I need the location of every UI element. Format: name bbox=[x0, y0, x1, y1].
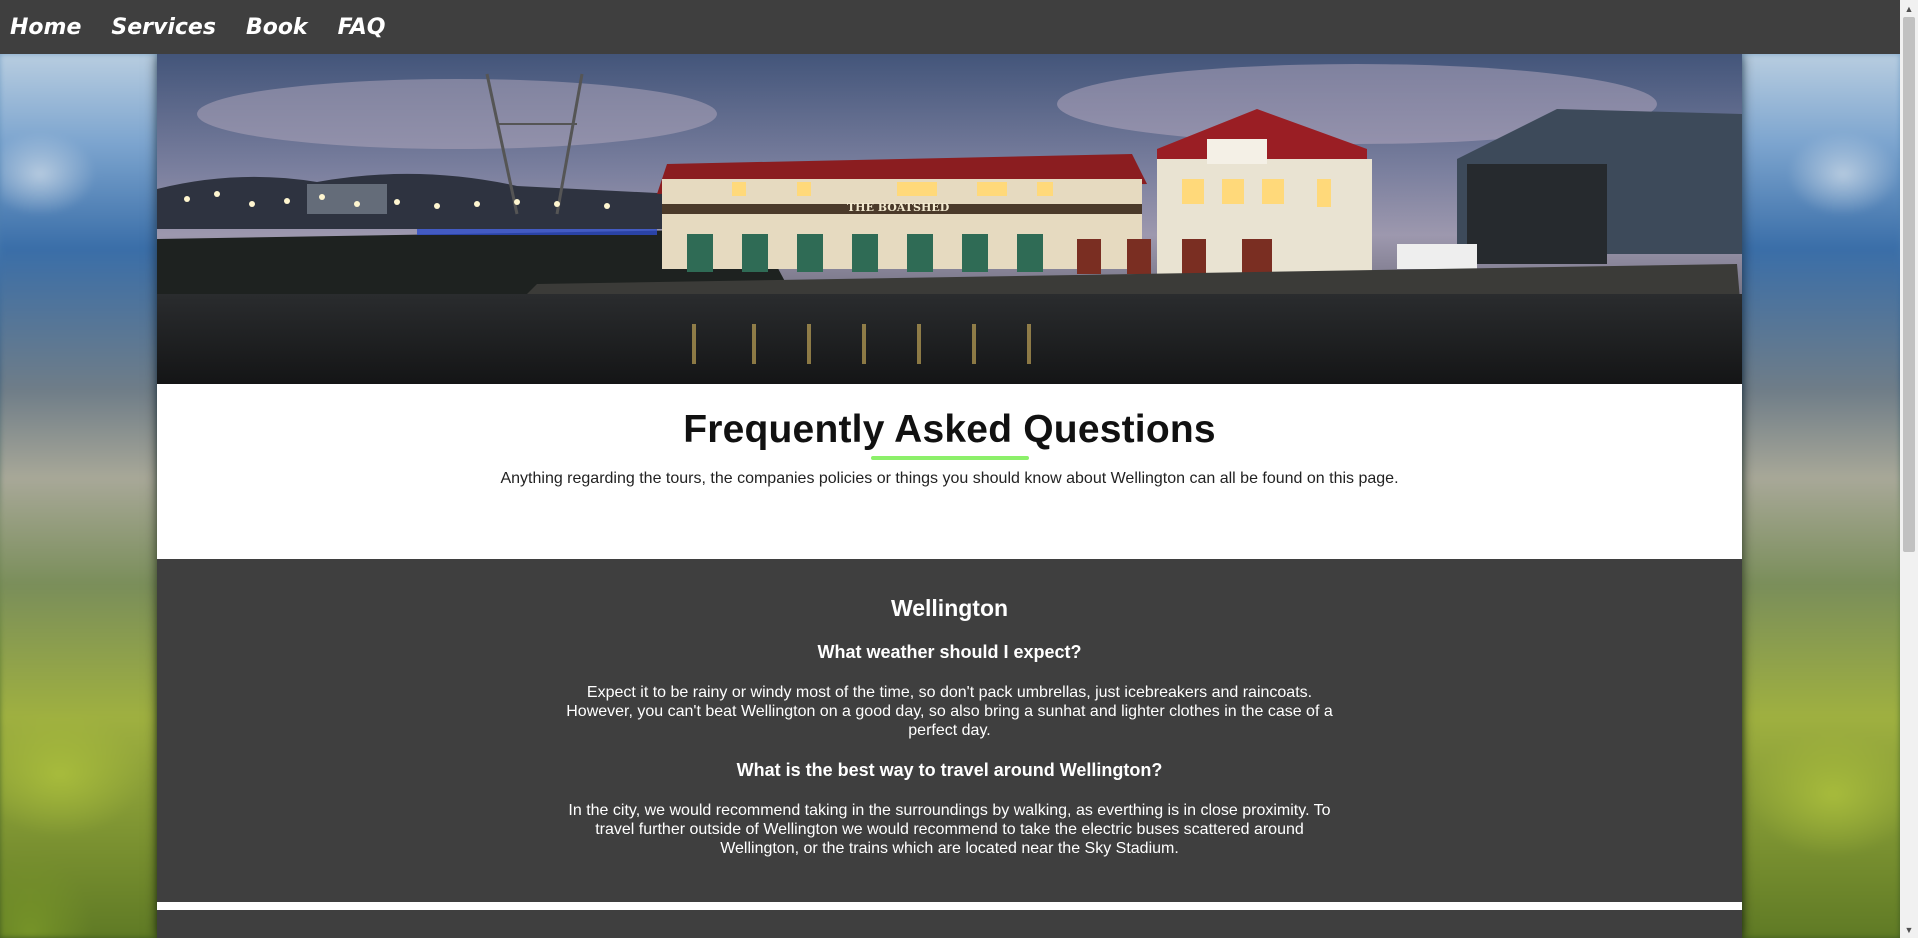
nav-link-faq[interactable]: FAQ bbox=[338, 15, 386, 40]
faq-section-wellington: Wellington What weather should I expect?… bbox=[157, 559, 1742, 902]
faq-answer: Expect it to be rainy or windy most of t… bbox=[566, 684, 1333, 739]
title-underline-accent bbox=[870, 456, 1029, 460]
nav-link-services[interactable]: Services bbox=[111, 15, 216, 40]
hero-image: THE BOATSHED bbox=[157, 54, 1742, 384]
page-title: Frequently Asked Questions bbox=[683, 408, 1216, 451]
nav-link-book[interactable]: Book bbox=[246, 15, 308, 40]
faq-question: What weather should I expect? bbox=[817, 642, 1082, 662]
boatshed-night-photo: THE BOATSHED bbox=[157, 54, 1742, 384]
nav-link-home[interactable]: Home bbox=[10, 15, 81, 40]
section-divider bbox=[157, 902, 1742, 910]
faq-intro-text: Anything regarding the tours, the compan… bbox=[500, 470, 1399, 487]
background-image-right bbox=[1743, 54, 1900, 938]
top-navigation-bar: Home Services Book FAQ bbox=[0, 0, 1900, 54]
hero-sign-text: THE BOATSHED bbox=[847, 201, 950, 214]
section-title: Wellington bbox=[890, 595, 1009, 621]
vertical-scrollbar[interactable]: ▲ ▼ bbox=[1900, 0, 1918, 938]
scroll-down-arrow-icon[interactable]: ▼ bbox=[1900, 921, 1918, 938]
faq-answer: In the city, we would recommend taking i… bbox=[568, 802, 1331, 857]
main-content-container: THE BOATSHED Frequently Asked Questions … bbox=[157, 54, 1742, 938]
background-image-left bbox=[0, 54, 157, 938]
scroll-up-arrow-icon[interactable]: ▲ bbox=[1900, 0, 1918, 17]
scrollbar-thumb[interactable] bbox=[1903, 17, 1915, 552]
faq-header-section: Frequently Asked Questions Anything rega… bbox=[157, 384, 1742, 559]
faq-question: What is the best way to travel around We… bbox=[736, 760, 1163, 780]
next-faq-section bbox=[157, 910, 1742, 938]
